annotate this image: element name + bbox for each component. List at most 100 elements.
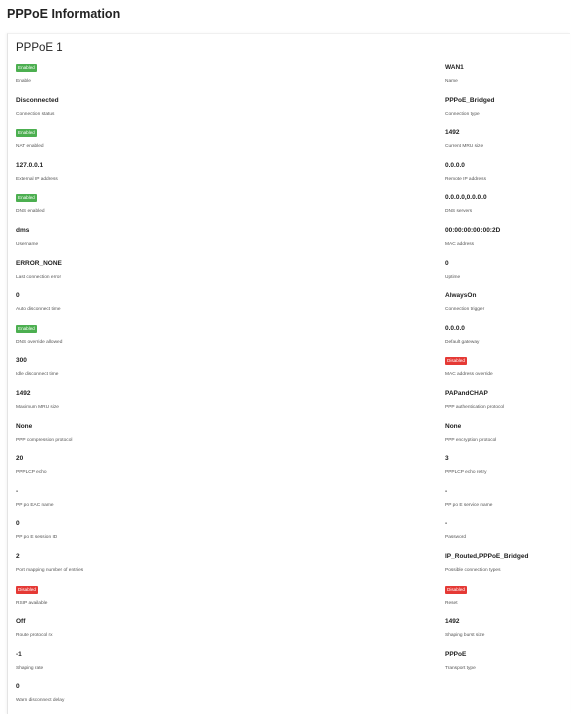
field-value: 0.0.0.0,0.0.0.0 [445,194,487,202]
status-badge: Enabled [16,324,37,333]
field-label: Uptime [445,274,461,280]
field-value: ERROR_NONE [16,259,62,267]
field-value: - [16,487,19,495]
field-label: Maximum MRU size [16,404,59,410]
field-label: PP po E service name [445,502,493,508]
field-idle-disconnect-time: 300 Idle disconnect time [16,355,416,388]
status-badge: Enabled [16,64,37,72]
field-label: Shaping rate [16,665,44,671]
field-label: Default gateway [445,339,480,345]
status-badge: Disabled [16,585,38,594]
field-value: 0.0.0.0 [445,161,465,169]
field-dns-enabled: Enabled DNS enabled [16,192,416,225]
page-title: PPPoE Information [7,7,121,21]
field-nat-enabled: Enabled NAT enabled [16,127,416,160]
field-value: Disabled [16,584,416,595]
field-label: PPPLCP echo retry [445,470,487,476]
field-label: Enable [16,79,31,84]
field-value: 0 [445,259,449,267]
field-value: Off [16,618,26,626]
field-value: 0 [16,292,20,300]
field-value: Disconnected [16,96,59,104]
field-value: IP_Routed,PPPoE_Bridged [445,552,529,560]
field-ppp-authentication-protocol: PAPandCHAP PPP authentication protocol [445,388,570,421]
field-value: WAN1 [445,64,464,71]
field-value: - [445,520,448,528]
field-value: 2 [16,552,20,560]
field-port-mapping-number-of-entries: 2 Port mapping number of entries [16,551,416,584]
field-connection-trigger: AlwaysOn Connection trigger [445,290,570,323]
field-label: Shaping burst size [445,633,485,639]
field-value: PPPoE [445,650,467,658]
field-value: AlwaysOn [445,292,477,300]
field-value: None [16,422,33,430]
field-username: dms Username [16,225,416,258]
field-external-ip-address: 127.0.0.1 External IP address [16,160,416,193]
field-shaping-rate: -1 Shaping rate [16,649,416,682]
field-possible-connection-types: IP_Routed,PPPoE_Bridged Possible connecti… [445,551,570,584]
field-rsip-available: Disabled RSIP available [16,584,416,617]
field-label: Connection status [16,111,55,117]
field-enable: Enabled Enable [16,62,416,95]
field-label: PPP compression protocol [16,437,73,443]
field-mac-address: 00:00:00:00:00:2D MAC address [445,225,570,258]
field-password: - Password [445,518,570,551]
field-label: Connection trigger [445,307,485,313]
status-badge: Enabled [16,194,37,203]
field-label: PP po E session ID [16,535,58,541]
status-badge: Disabled [445,357,467,366]
field-label: External IP address [16,176,58,182]
field-label: Idle disconnect time [16,372,59,378]
field-value: 20 [16,455,24,463]
field-label: Reset [445,600,458,606]
field-dns-servers: 0.0.0.0,0.0.0.0 DNS servers [445,192,570,225]
field-ppplcp-echo: 20 PPPLCP echo [16,453,416,486]
field-value: 300 [16,357,27,365]
field-value: 127.0.0.1 [16,161,44,169]
field-current-mru-size: 1492 Current MRU size [445,127,570,160]
field-value: Disabled [445,355,570,366]
field-value: dms [16,226,30,234]
field-value: 00:00:00:00:00:2D [445,226,501,234]
field-value: PPPoE_Bridged [445,96,495,104]
field-label: Port mapping number of entries [16,567,84,573]
field-dns-override-allowed: Enabled DNS override allowed [16,323,416,356]
field-label: PPP authentication protocol [445,404,505,410]
field-reset: Disabled Reset [445,584,570,617]
field-label: Route protocol rx [16,633,53,639]
field-label: PPP encryption protocol [445,437,497,443]
field-label: PP po EAC name [16,502,54,508]
field-warn-disconnect-delay: 0 Warn disconnect delay [16,681,416,714]
field-label: DNS servers [445,209,473,215]
field-label: Name [445,79,458,84]
field-value: Disabled [445,584,570,595]
field-mac-address-override: Disabled MAC address override [445,355,570,388]
field-label: Current MRU size [445,144,484,150]
field-value: 1492 [16,389,31,397]
field-shaping-burst-size: 1492 Shaping burst size [445,616,570,649]
field-value: Enabled [16,127,416,138]
section-title: PPPoE 1 [16,42,63,54]
field-route-protocol-rx: Off Route protocol rx [16,616,416,649]
field-value: PAPandCHAP [445,389,488,397]
field-label: Username [16,241,39,247]
field-label: Connection type [445,111,480,117]
field-connection-status: Disconnected Connection status [16,95,416,128]
left-column: Enabled Enable Disconnected Connection stat… [16,62,416,714]
field-value: Enabled [16,192,416,203]
field-default-gateway: 0.0.0.0 Default gateway [445,323,570,356]
status-badge: Disabled [445,585,467,594]
field-value: Enabled [16,62,416,73]
field-label: Remote IP address [445,176,486,182]
field-value: - [445,487,448,495]
field-pp-po-eac-name: - PP po EAC name [16,486,416,519]
field-label: NAT enabled [16,144,44,150]
field-transport-type: PPPoE Transport type [445,649,570,682]
field-label: Password [445,535,467,541]
field-value: 0 [16,683,20,691]
field-label: DNS enabled [16,209,45,215]
field-auto-disconnect-time: 0 Auto disconnect time [16,290,416,323]
field-label: Last connection error [16,274,62,280]
field-label: MAC address override [445,372,493,378]
field-value: 0 [16,520,20,528]
